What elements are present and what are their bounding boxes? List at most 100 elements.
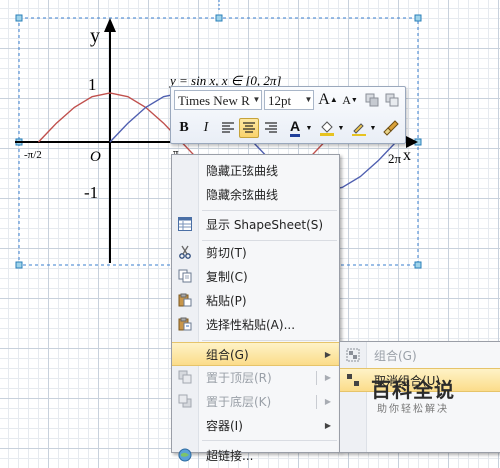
context-menu: 隐藏正弦曲线 隐藏余弦曲线 显示 ShapeSheet(S) 剪切(T) 复制(… — [171, 154, 340, 463]
handle-bottom-left — [15, 261, 23, 269]
shapesheet-icon — [177, 217, 193, 233]
shrink-font-icon: A — [342, 93, 351, 107]
menu-item-hide-cosine[interactable]: 隐藏余弦曲线 — [172, 183, 339, 207]
y-axis-label: y — [90, 25, 100, 47]
menu-item-container[interactable]: 容器(I) ▶ — [172, 414, 339, 438]
shrink-font-button[interactable]: A▼ — [340, 90, 360, 110]
line-color-button[interactable] — [349, 118, 369, 138]
x-axis-label: x — [403, 147, 411, 164]
menu-separator — [202, 210, 337, 211]
menu-item-label: 超链接... — [206, 449, 254, 463]
handle-top-left — [15, 14, 23, 22]
menu-item-label: 剪切(T) — [206, 246, 247, 260]
menu-item-label: 组合(G) — [206, 348, 249, 362]
menu-item-label: 容器(I) — [206, 419, 243, 433]
menu-item-copy[interactable]: 复制(C) — [172, 265, 339, 289]
font-color-icon: A — [289, 118, 301, 137]
menu-item-bring-to-front[interactable]: 置于顶层(R) ▶ — [172, 366, 339, 390]
chevron-down-icon: ▼ — [337, 124, 345, 132]
menu-item-paste-special[interactable]: 选择性粘贴(A)... — [172, 313, 339, 337]
format-painter-shapes-button[interactable] — [362, 90, 382, 110]
menu-item-send-to-back[interactable]: 置于底层(K) ▶ — [172, 390, 339, 414]
bold-icon: B — [179, 120, 189, 135]
copy-format-icon — [365, 93, 379, 107]
chevron-down-icon[interactable]: ▼ — [304, 91, 313, 109]
menu-separator — [202, 440, 337, 441]
handle-top-right — [414, 14, 422, 22]
font-color-dropdown[interactable]: ▼ — [304, 118, 314, 138]
chevron-right-icon: ▶ — [324, 373, 331, 382]
menu-item-label: 粘贴(P) — [206, 294, 247, 308]
watermark: 百科全说 助你轻松解决 — [363, 378, 463, 418]
bold-button[interactable]: B — [174, 118, 194, 138]
paste-special-icon — [177, 317, 193, 333]
watermark-title: 百科全说 — [371, 378, 455, 402]
menu-item-label: 置于底层(K) — [206, 395, 272, 409]
menu-item-label: 隐藏余弦曲线 — [206, 188, 279, 202]
watermark-subtitle: 助你轻松解决 — [377, 404, 449, 415]
menu-item-group[interactable]: 组合(G) ▶ — [172, 342, 339, 366]
font-size-value: 12pt — [268, 93, 292, 108]
hyperlink-icon — [177, 448, 193, 464]
paintbrush-icon — [383, 120, 399, 136]
menu-item-label: 显示 ShapeSheet(S) — [206, 218, 324, 232]
y-axis-arrow — [104, 18, 116, 32]
align-right-button[interactable] — [261, 118, 281, 138]
group-icon — [345, 348, 361, 364]
x-tick-2pi: 2π — [388, 151, 402, 166]
handle-bottom-right — [414, 261, 422, 269]
pencil-line-icon — [352, 123, 366, 136]
chevron-down-icon[interactable]: ▼ — [252, 91, 261, 109]
italic-button[interactable]: I — [196, 118, 216, 138]
menu-item-paste[interactable]: 粘贴(P) — [172, 289, 339, 313]
align-center-icon — [243, 122, 255, 133]
x-tick-neg-pi-half: -π/2 — [24, 149, 42, 161]
fill-color-button[interactable] — [317, 118, 337, 138]
y-tick-neg1: -1 — [84, 183, 98, 202]
fill-color-dropdown[interactable]: ▼ — [336, 118, 346, 138]
font-color-button[interactable]: A — [285, 118, 305, 138]
menu-item-split — [316, 371, 317, 385]
origin-label: O — [90, 149, 101, 165]
align-center-button[interactable] — [239, 118, 259, 138]
font-size-select[interactable]: 12pt ▼ — [264, 90, 314, 110]
line-color-dropdown[interactable]: ▼ — [368, 118, 378, 138]
send-to-back-icon — [177, 394, 193, 410]
y-tick-1: 1 — [88, 75, 97, 94]
menu-item-show-shapesheet[interactable]: 显示 ShapeSheet(S) — [172, 213, 339, 237]
chevron-down-icon: ▼ — [305, 124, 313, 132]
menu-item-hyperlink[interactable]: 超链接... — [172, 444, 339, 468]
chevron-down-icon: ▼ — [369, 124, 377, 132]
menu-item-split — [316, 395, 317, 409]
align-right-icon — [265, 122, 277, 133]
mini-toolbar: Times New R ▼ 12pt ▼ A▲ A▼ B I A ▼ ▼ ▼ — [170, 86, 406, 144]
menu-item-cut[interactable]: 剪切(T) — [172, 241, 339, 265]
ungroup-icon — [345, 373, 361, 389]
paste-icon — [177, 293, 193, 309]
chevron-right-icon: ▶ — [324, 397, 331, 406]
chevron-right-icon: ▶ — [324, 421, 331, 430]
menu-item-label: 隐藏正弦曲线 — [206, 164, 279, 178]
grow-font-icon: A — [318, 91, 330, 108]
paint-bucket-icon — [320, 121, 334, 136]
submenu-item-label: 组合(G) — [374, 349, 417, 363]
arrange-icon — [385, 93, 399, 107]
copy-icon — [177, 269, 193, 285]
format-painter-button[interactable] — [381, 118, 401, 138]
menu-item-label: 选择性粘贴(A)... — [206, 318, 296, 332]
arrange-button[interactable] — [382, 90, 402, 110]
scissors-icon — [177, 245, 193, 261]
font-name-select[interactable]: Times New R ▼ — [174, 90, 262, 110]
menu-item-hide-sine[interactable]: 隐藏正弦曲线 — [172, 159, 339, 183]
menu-item-label: 置于顶层(R) — [206, 371, 272, 385]
font-name-value: Times New R — [178, 93, 250, 108]
menu-separator — [202, 340, 337, 341]
italic-icon: I — [203, 120, 209, 135]
chevron-right-icon: ▶ — [324, 350, 331, 359]
bring-to-front-icon — [177, 370, 193, 386]
submenu-item-group[interactable]: 组合(G) — [340, 344, 500, 368]
align-left-button[interactable] — [218, 118, 238, 138]
grow-font-button[interactable]: A▲ — [318, 90, 338, 110]
menu-item-label: 复制(C) — [206, 270, 248, 284]
handle-top-mid — [215, 14, 223, 22]
